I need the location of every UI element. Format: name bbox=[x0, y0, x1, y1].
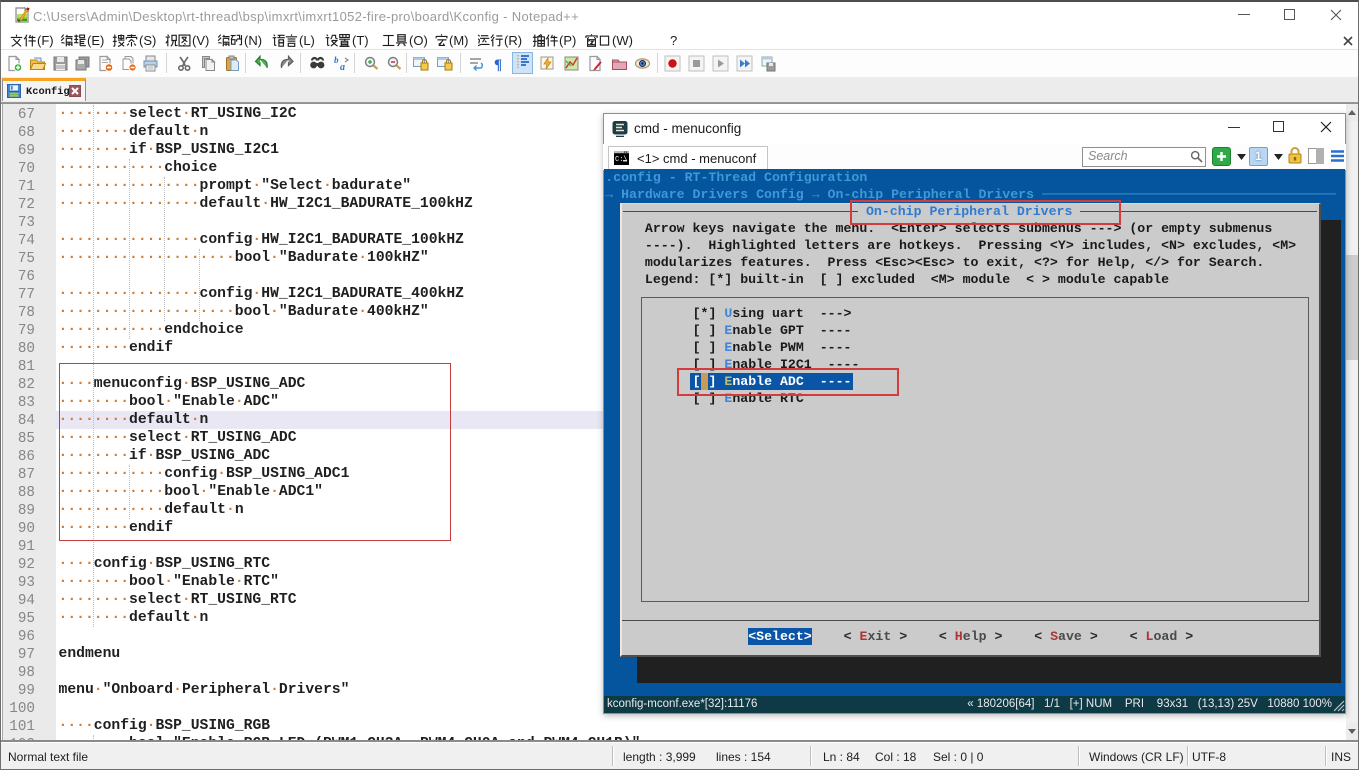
svg-text:¶: ¶ bbox=[494, 57, 502, 72]
svg-text:a: a bbox=[340, 62, 345, 72]
svg-text:b: b bbox=[334, 55, 339, 65]
